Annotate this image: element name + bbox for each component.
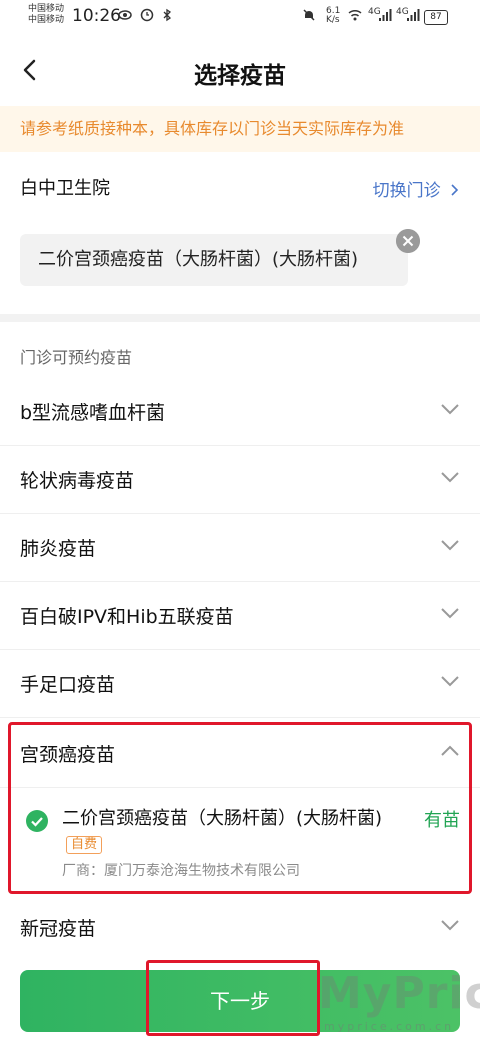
mute-icon: [303, 9, 315, 21]
chevron-down-icon: [441, 540, 459, 551]
clinic-row: 白中卫生院 切换门诊: [0, 152, 480, 220]
chevron-right-icon: [451, 184, 459, 196]
chevron-down-icon: [441, 472, 459, 483]
chevron-down-icon: [441, 404, 459, 415]
chevron-down-icon: [441, 608, 459, 619]
eye-icon: [118, 10, 132, 20]
clinic-name: 白中卫生院: [20, 178, 110, 199]
chevron-down-icon: [441, 676, 459, 687]
category-row[interactable]: 轮状病毒疫苗: [0, 446, 480, 514]
carrier-2: 中国移动: [28, 15, 65, 25]
category-label: b型流感嗜血杆菌: [20, 402, 166, 424]
page-title: 选择疫苗: [194, 63, 286, 89]
nav-bar: 选择疫苗: [0, 38, 480, 106]
watermark-logo: MyPrice: [318, 968, 480, 1019]
selected-vaccine-chip[interactable]: 二价宫颈癌疫苗（大肠杆菌）(大肠杆菌): [20, 234, 408, 286]
category-row[interactable]: 百白破IPV和Hib五联疫苗: [0, 582, 480, 650]
watermark-url: myprice.com.cn: [324, 1020, 455, 1033]
switch-clinic-label: 切换门诊: [372, 181, 441, 201]
clock: 10:26: [72, 6, 121, 26]
annotation-highlight-box: [8, 722, 472, 894]
net-speed: 6.1 K/s: [326, 6, 341, 25]
wifi-icon: [348, 9, 362, 21]
annotation-button-highlight: [146, 960, 320, 1036]
carrier-1: 中国移动: [28, 4, 65, 14]
category-label: 肺炎疫苗: [20, 538, 97, 560]
alarm-icon: [140, 8, 154, 22]
category-row[interactable]: b型流感嗜血杆菌: [0, 378, 480, 446]
signal-2-icon: [407, 9, 420, 21]
bluetooth-icon: [163, 8, 172, 22]
switch-clinic-link[interactable]: 切换门诊: [373, 176, 460, 201]
category-label: 手足口疫苗: [20, 674, 116, 696]
status-bar: 中国移动 中国移动 10:26 6.1 K/s 4G 4G 87: [0, 0, 480, 38]
battery-icon: 87: [424, 10, 448, 25]
chevron-down-icon: [441, 920, 459, 931]
signal-1-icon: [379, 9, 392, 21]
category-label: 新冠疫苗: [20, 918, 97, 940]
category-label: 轮状病毒疫苗: [20, 470, 135, 492]
close-icon[interactable]: [396, 229, 420, 253]
category-row[interactable]: 肺炎疫苗: [0, 514, 480, 582]
notice-banner: 请参考纸质接种本，具体库存以门诊当天实际库存为准: [0, 106, 480, 152]
carrier-labels: 中国移动 中国移动: [28, 4, 64, 26]
category-row[interactable]: 手足口疫苗: [0, 650, 480, 718]
list-heading: 门诊可预约疫苗: [20, 348, 133, 367]
selected-vaccine-area: 二价宫颈癌疫苗（大肠杆菌）(大肠杆菌): [0, 220, 480, 314]
category-label: 百白破IPV和Hib五联疫苗: [20, 606, 234, 628]
category-row[interactable]: 新冠疫苗: [0, 894, 480, 962]
